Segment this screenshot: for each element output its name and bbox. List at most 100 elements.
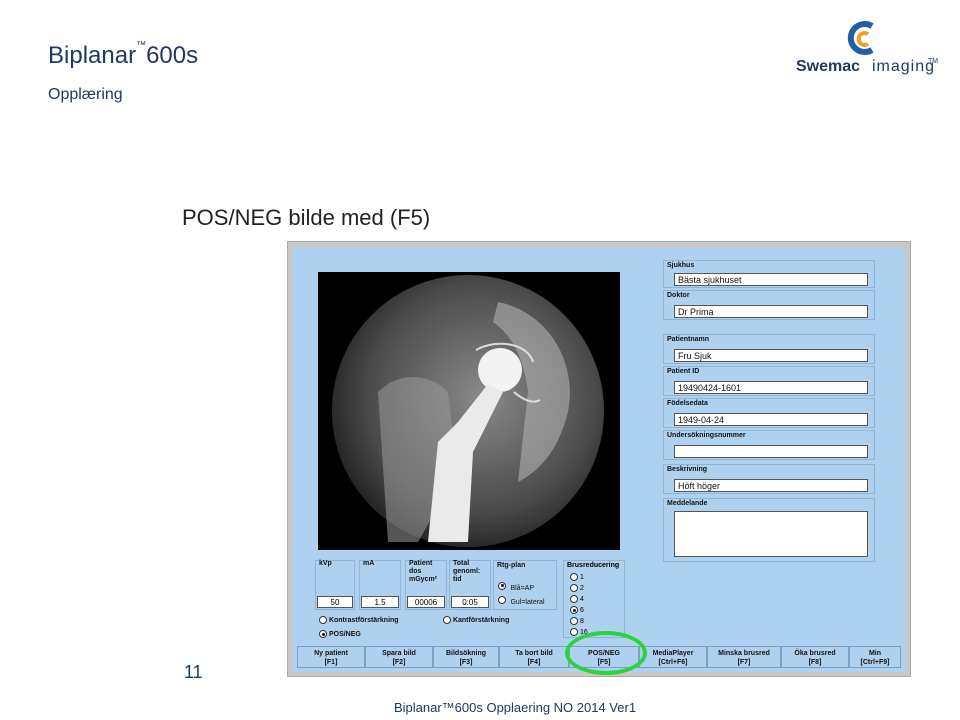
radio-icon [570,628,578,636]
brus-level-2[interactable]: 2 [570,584,584,592]
button-label: MediaPlayer [652,650,694,657]
brand-title: Biplanar™600s [48,40,199,70]
meddelande-field[interactable] [674,511,868,557]
radio-icon [498,595,506,604]
fodelsedata-label: Födelsedata [667,400,708,407]
beskrivning-group: Beskrivning Höft höger [663,464,875,494]
button-key: [F1] [324,659,338,666]
meddelande-group: Meddelande [663,498,875,562]
button-label: Bildsökning [445,650,487,657]
patient-id-group: Patient ID 19490424-1601 [663,366,875,396]
kvp-value: 50 [317,596,353,608]
ma-value: 1.5 [361,596,399,608]
slide-title: POS/NEG bilde med (F5) [182,205,431,230]
brand-tm: ™ [136,40,147,51]
brand-model: 600s [146,42,199,69]
fodelsedata-field[interactable]: 1949-04-24 [674,413,868,426]
sjukhus-field[interactable]: Bästa sjukhuset [674,273,868,286]
radio-selected-icon [570,606,578,614]
brand-name: Biplanar [48,42,137,69]
rtg-option-lateral-label: Gul=lateral [510,599,545,606]
doktor-group: Doktor Dr Prima [663,290,875,320]
spara-bild-button[interactable]: Spara bild [F2] [365,646,433,668]
button-key: [Ctrl+F6] [658,659,688,666]
button-label: Öka brusred [794,650,836,657]
radio-icon [570,573,578,581]
doktor-field[interactable]: Dr Prima [674,305,868,318]
xray-image [318,272,620,550]
option-posneg[interactable]: POS/NEG [319,630,361,638]
radio-icon [570,584,578,592]
minska-brusred-button[interactable]: Minska brusred [F7] [707,646,781,668]
app-client-area: Sjukhus Bästa sjukhuset Doktor Dr Prima … [293,248,905,672]
undersokningsnummer-field[interactable] [674,445,868,458]
radio-icon [319,616,327,624]
button-key: [F7] [737,659,751,666]
radio-selected-icon [498,581,506,590]
sjukhus-label: Sjukhus [667,262,695,269]
brus-level-label: 2 [579,584,584,592]
swemac-logo: Swemac imaging TM [790,20,940,80]
patient-id-field[interactable]: 19490424-1601 [674,381,868,394]
patientnamn-label: Patientnamn [667,336,710,343]
brusreducering-title: Brusreducering [567,562,620,569]
tid-label: Total genoml: tid [453,560,481,583]
beskrivning-label: Beskrivning [667,466,708,473]
mediaplayer-button[interactable]: MediaPlayer [Ctrl+F6] [639,646,707,668]
page-number: 11 [184,662,203,682]
radio-icon [570,595,578,603]
hip-prosthesis-xray-icon [332,275,604,547]
brus-level-label: 8 [579,617,584,625]
button-key: [F8] [808,659,822,666]
kvp-label: kVp [319,560,332,567]
undersokningsnummer-label: Undersökningsnummer [667,432,746,439]
posneg-highlight-ring [565,631,647,675]
button-key: [F4] [527,659,541,666]
sjukhus-group: Sjukhus Bästa sjukhuset [663,260,875,288]
button-key: [Ctrl+F9] [860,659,890,666]
logo-word-bold: Swemac [796,58,861,75]
patientnamn-group: Patientnamn Fru Sjuk [663,334,875,364]
brus-level-8[interactable]: 8 [570,617,584,625]
bildsokning-button[interactable]: Bildsökning [F3] [433,646,499,668]
brus-level-6[interactable]: 6 [570,606,584,614]
patient-id-label: Patient ID [667,368,700,375]
meddelande-label: Meddelande [667,500,708,507]
option-posneg-label: POS/NEG [328,630,361,638]
radio-icon [443,616,451,624]
rtg-plan-group: Rtg-plan Blå=AP Gul=lateral [493,560,557,610]
fodelsedata-group: Födelsedata 1949-04-24 [663,398,875,428]
app-window: Sjukhus Bästa sjukhuset Doktor Dr Prima … [288,242,910,676]
brand-subtitle: Opplæring [48,86,123,103]
rtg-plan-title: Rtg-plan [497,562,526,569]
logo-tm: TM [928,58,939,65]
radio-icon [570,617,578,625]
swemac-logo-mark-icon [847,21,874,55]
beskrivning-field[interactable]: Höft höger [674,479,868,492]
rtg-option-lateral[interactable]: Gul=lateral [498,591,545,609]
option-kant[interactable]: Kantförstärkning [443,616,509,624]
brus-level-label: 1 [579,573,584,581]
option-kontrast[interactable]: Kontrastförstärkning [319,616,399,624]
ny-patient-button[interactable]: Ny patient [F1] [297,646,365,668]
patientnamn-field[interactable]: Fru Sjuk [674,349,868,362]
button-label: Minska brusred [718,650,770,657]
button-label: Ny patient [314,650,348,657]
brus-level-4[interactable]: 4 [570,595,584,603]
option-kant-label: Kantförstärkning [452,616,510,624]
oka-brusred-button[interactable]: Öka brusred [F8] [781,646,849,668]
logo-word-light: imaging [872,58,936,75]
min-button[interactable]: Min [Ctrl+F9] [849,646,901,668]
ma-label: mA [363,560,375,567]
brus-level-label: 6 [579,606,584,614]
button-key: [F2] [392,659,406,666]
brus-level-label: 4 [579,595,584,603]
radio-selected-icon [319,630,327,638]
ta-bort-bild-button[interactable]: Ta bort bild [F4] [499,646,569,668]
brus-level-1[interactable]: 1 [570,573,584,581]
dos-value: 00006 [407,596,445,608]
option-kontrast-label: Kontrastförstärkning [328,616,399,624]
button-label: Min [868,650,882,657]
undersokningsnummer-group: Undersökningsnummer [663,430,875,460]
tid-value: 0:05 [451,596,489,608]
